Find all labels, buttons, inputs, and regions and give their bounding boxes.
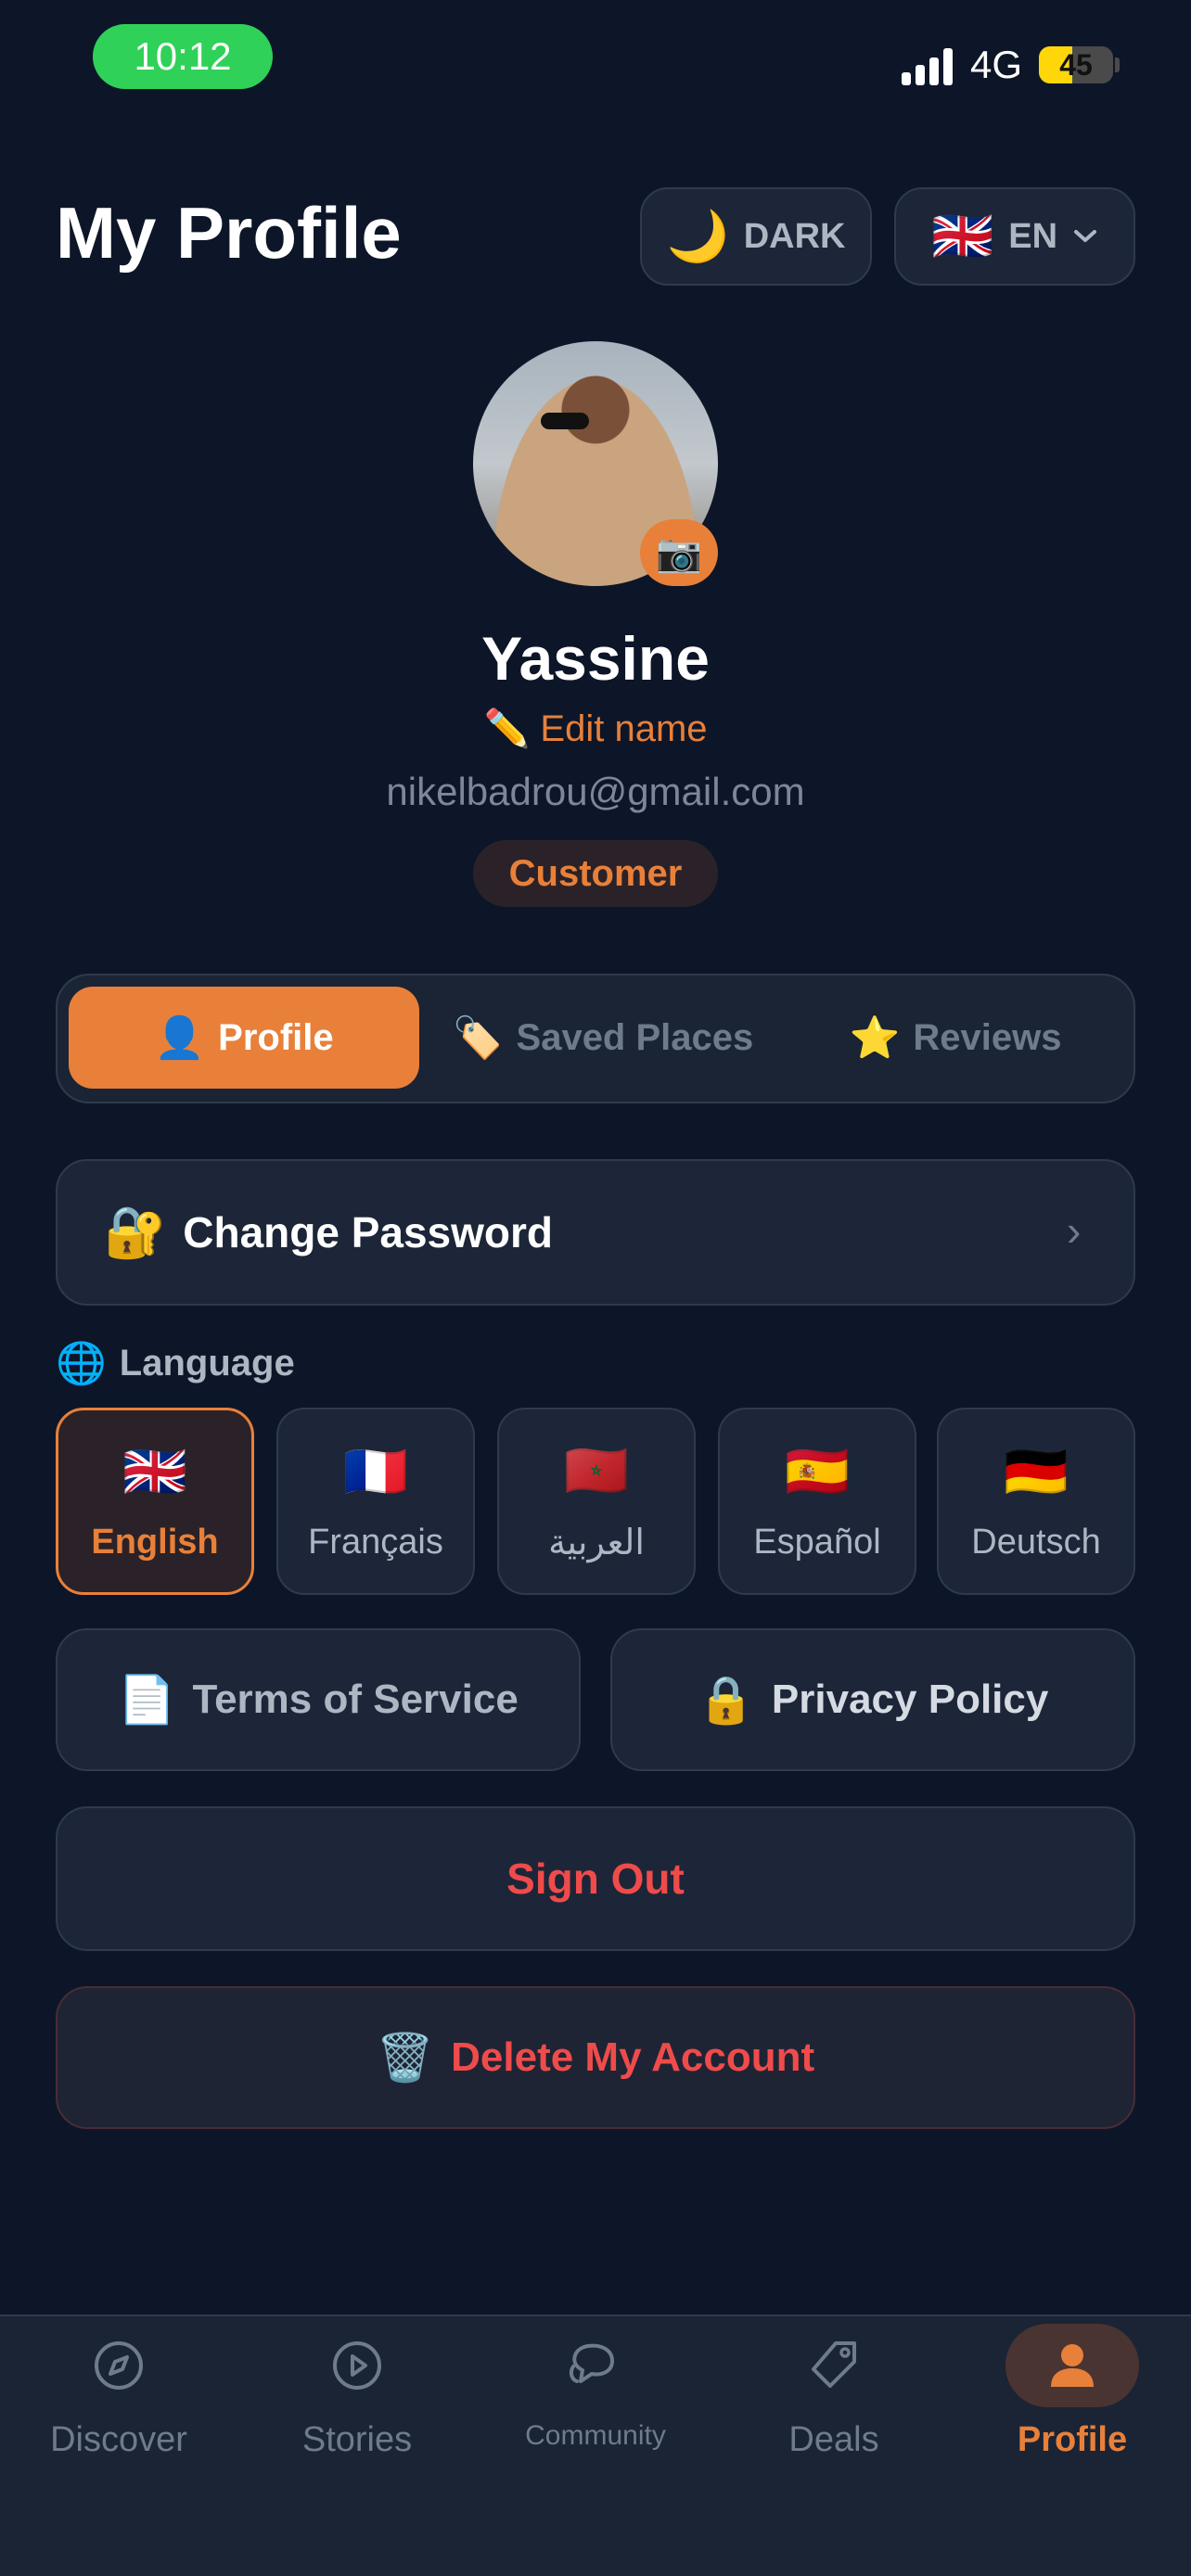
moon-icon: 🌙 [666, 208, 729, 264]
uk-flag-icon: 🇬🇧 [930, 208, 994, 264]
language-select-button[interactable]: 🇬🇧 EN [894, 187, 1135, 286]
chat-bubbles-icon [569, 2343, 614, 2383]
edit-name-link[interactable]: ✏️ Edit name [0, 707, 1191, 750]
nav-deals[interactable]: Deals [715, 2324, 953, 2472]
tab-saved-places[interactable]: 🏷️ Saved Places [436, 987, 770, 1089]
nav-community[interactable]: Community [477, 2324, 714, 2472]
uk-flag-icon: 🇬🇧 [122, 1441, 187, 1500]
theme-toggle-label: DARK [743, 216, 846, 256]
language-option-label: Français [308, 1522, 443, 1562]
play-circle-icon [333, 2341, 381, 2390]
status-time: 10:12 [93, 24, 273, 89]
document-icon: 📄 [118, 1673, 176, 1726]
globe-icon: 🌐 [56, 1341, 107, 1386]
page-title: My Profile [56, 192, 402, 274]
lock-icon: 🔒 [697, 1673, 755, 1726]
nav-label: Profile [1017, 2420, 1128, 2459]
tag-icon [812, 2341, 856, 2388]
battery-icon: 45 [1039, 46, 1113, 83]
nav-profile[interactable]: Profile [954, 2324, 1191, 2472]
terms-label: Terms of Service [192, 1677, 519, 1722]
delete-account-label: Delete My Account [451, 2034, 815, 2080]
language-option-label: Español [753, 1522, 881, 1562]
user-name: Yassine [481, 624, 710, 693]
nav-label: Community [525, 2420, 666, 2451]
battery-nub [1115, 57, 1120, 72]
language-option-label: العربية [548, 1523, 645, 1562]
language-option-spanish[interactable]: 🇪🇸 Español [718, 1408, 916, 1595]
user-email: nikelbadrou@gmail.com [386, 770, 805, 813]
language-select-label: EN [1008, 216, 1058, 256]
language-option-label: Deutsch [971, 1522, 1101, 1562]
tab-profile[interactable]: 👤 Profile [69, 987, 419, 1089]
privacy-policy-button[interactable]: 🔒 Privacy Policy [610, 1628, 1135, 1771]
nav-label: Discover [50, 2420, 187, 2459]
nav-stories[interactable]: Stories [238, 2324, 476, 2472]
spain-flag-icon: 🇪🇸 [785, 1441, 850, 1500]
morocco-flag-icon: 🇲🇦 [564, 1440, 629, 1499]
pencil-icon: ✏️ [483, 708, 531, 749]
language-option-arabic[interactable]: 🇲🇦 العربية [497, 1408, 696, 1595]
compass-icon [95, 2341, 143, 2390]
language-section-label: 🌐 Language [56, 1339, 295, 1387]
nav-label: Deals [788, 2420, 879, 2459]
nav-discover[interactable]: Discover [0, 2324, 237, 2472]
trash-icon: 🗑️ [376, 2031, 435, 2084]
chevron-down-icon [1074, 230, 1097, 242]
camera-emoji: 📷 [656, 532, 702, 574]
sign-out-button[interactable]: Sign Out [56, 1806, 1135, 1951]
tab-profile-label: Profile [218, 1016, 334, 1058]
language-option-german[interactable]: 🇩🇪 Deutsch [937, 1408, 1135, 1595]
privacy-label: Privacy Policy [771, 1677, 1049, 1722]
camera-icon[interactable]: 📷 [640, 519, 718, 586]
nav-label: Stories [301, 2420, 413, 2459]
change-password-button[interactable]: 🔐 Change Password [56, 1159, 1135, 1306]
avatar-sunglasses [541, 413, 589, 429]
theme-toggle-button[interactable]: 🌙 DARK [640, 187, 872, 286]
tab-saved-places-label: Saved Places [516, 1016, 754, 1058]
language-option-french[interactable]: 🇫🇷 Français [276, 1408, 475, 1595]
germany-flag-icon: 🇩🇪 [1004, 1441, 1069, 1500]
battery-level: 45 [1059, 47, 1093, 82]
role-badge: Customer [473, 840, 718, 907]
terms-of-service-button[interactable]: 📄 Terms of Service [56, 1628, 581, 1771]
tab-reviews[interactable]: ⭐ Reviews [788, 987, 1122, 1089]
tab-reviews-label: Reviews [913, 1016, 1062, 1058]
network-type: 4G [970, 43, 1023, 86]
star-icon: ⭐ [849, 1015, 901, 1061]
language-option-label: English [91, 1522, 219, 1562]
person-icon [1051, 2344, 1094, 2387]
person-icon: 👤 [154, 1015, 206, 1061]
lock-key-icon: 🔐 [104, 1204, 167, 1260]
change-password-label: Change Password [183, 1208, 554, 1256]
language-option-english[interactable]: 🇬🇧 English [56, 1408, 254, 1595]
delete-account-button[interactable]: 🗑️ Delete My Account [56, 1986, 1135, 2129]
chevron-right-icon: › [1067, 1206, 1082, 1255]
signal-strength-icon [902, 48, 959, 85]
tag-icon: 🏷️ [452, 1015, 504, 1061]
language-label-text: Language [119, 1342, 295, 1384]
france-flag-icon: 🇫🇷 [343, 1441, 408, 1500]
edit-name-label: Edit name [540, 708, 708, 749]
